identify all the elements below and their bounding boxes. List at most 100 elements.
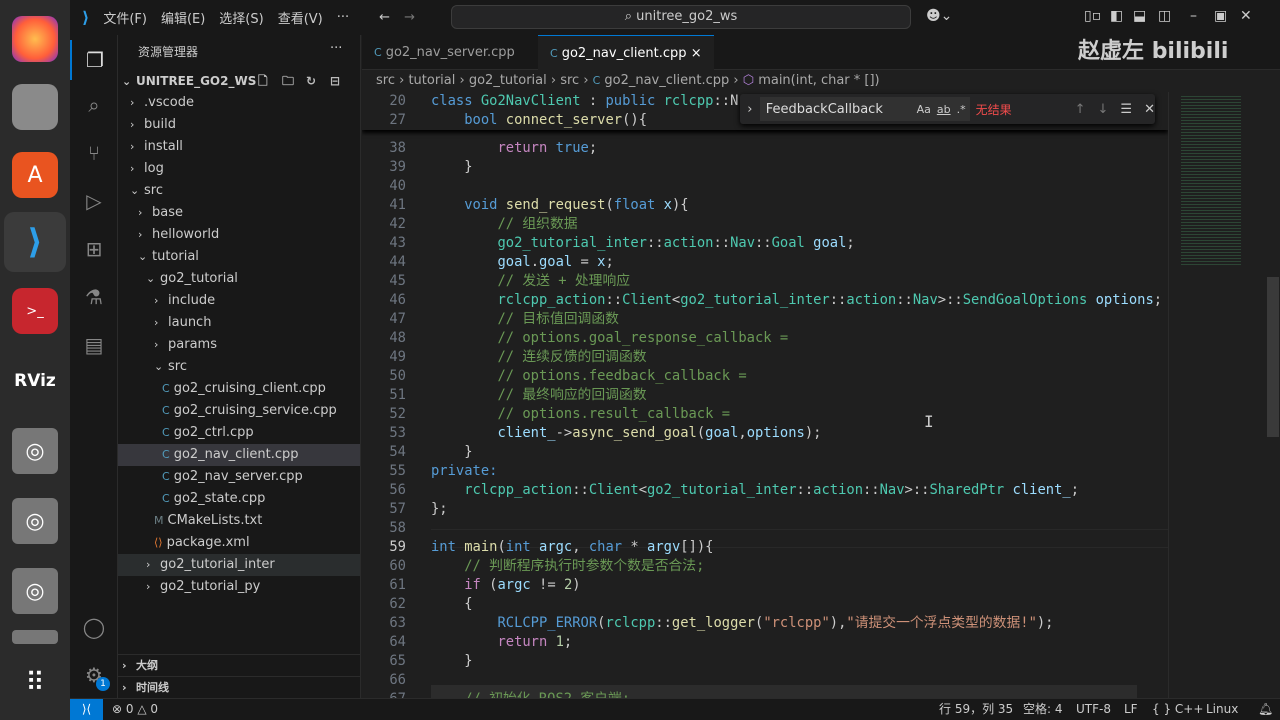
testing-icon[interactable]: ⚗ [70, 277, 118, 317]
code-line[interactable]: int main(int argc, char * argv[]){ [431, 538, 714, 557]
explorer-item[interactable]: ⌄ go2_tutorial [118, 268, 360, 290]
vscode-icon[interactable]: ⟩ [4, 212, 66, 272]
cursor-position[interactable]: 行 59，列 35 [939, 699, 1013, 720]
code-editor[interactable]: 20 class Go2NavClient : public rclcpp::N 2… [362, 92, 1168, 698]
code-line[interactable]: } [431, 443, 472, 462]
explorer-item[interactable]: Cgo2_nav_client.cpp [118, 444, 360, 466]
toggle-replace-icon[interactable]: › [740, 102, 760, 117]
customize-layout-icon[interactable]: ▯▫ [1084, 8, 1101, 24]
code-line[interactable]: private: [431, 462, 497, 481]
forward-arrow-icon[interactable]: → [404, 10, 415, 25]
firefox-icon[interactable] [12, 16, 58, 62]
new-file-icon[interactable]: 🗋 [258, 70, 268, 92]
close-tab-icon[interactable]: × [691, 46, 702, 61]
code-line[interactable]: class Go2NavClient : public rclcpp::N [431, 92, 738, 111]
code-line[interactable]: void send_request(float x){ [431, 196, 688, 215]
collapse-all-icon[interactable]: ⊟ [330, 70, 340, 92]
code-line[interactable]: goal.goal = x; [431, 253, 613, 272]
os-indicator[interactable]: Linux [1206, 699, 1238, 720]
code-line[interactable]: client_->async_send_goal(goal,options); [431, 424, 821, 443]
copilot-icon[interactable]: ☻⌄ [926, 8, 952, 24]
next-match-icon[interactable]: ↓ [1098, 102, 1109, 117]
explorer-item[interactable]: › helloworld [118, 224, 360, 246]
apps-grid-icon[interactable]: ⠿ [12, 660, 58, 706]
close-find-icon[interactable]: ✕ [1144, 102, 1155, 117]
source-control-icon[interactable]: ⑂ [70, 133, 118, 173]
indentation[interactable]: 空格: 4 [1023, 699, 1063, 720]
explorer-item[interactable]: ⌄ src [118, 180, 360, 202]
new-folder-icon[interactable]: 🗀 [282, 70, 294, 92]
code-line[interactable]: // options.feedback_callback = [431, 367, 746, 386]
remote-indicator-icon[interactable]: ⟩⟨ [70, 699, 103, 720]
outline-section[interactable]: › 大纲 [118, 654, 360, 676]
explorer-item[interactable]: › base [118, 202, 360, 224]
code-line[interactable]: // options.result_callback = [431, 405, 730, 424]
code-line[interactable]: rclcpp_action::Client<go2_tutorial_inter… [431, 481, 1079, 500]
code-line[interactable]: // 目标值回调函数 [431, 310, 619, 329]
code-line[interactable]: // 发送 + 处理响应 [431, 272, 630, 291]
explorer-icon[interactable]: ❐ [70, 40, 118, 80]
disk-icon[interactable]: ◎ [12, 498, 58, 544]
code-line[interactable]: // 最终响应的回调函数 [431, 386, 646, 405]
breadcrumb-item[interactable]: src [560, 73, 579, 88]
code-line[interactable]: }; [431, 500, 448, 519]
terminal-icon[interactable]: >_ [12, 288, 58, 334]
code-line[interactable]: go2_tutorial_inter::action::Nav::Goal go… [431, 234, 854, 253]
match-case-toggle[interactable]: Aa [917, 103, 931, 116]
end-of-line[interactable]: LF [1124, 699, 1138, 720]
tab-go2-nav-client[interactable]: Cgo2_nav_client.cpp × [538, 35, 714, 70]
toggle-secondary-sidebar-icon[interactable]: ◫ [1158, 8, 1171, 24]
code-line[interactable]: } [431, 652, 472, 671]
toggle-panel-icon[interactable]: ⬓ [1133, 8, 1146, 24]
minimize-icon[interactable]: – [1190, 8, 1197, 24]
app-center-icon[interactable]: A [12, 152, 58, 198]
explorer-item[interactable]: › go2_tutorial_py [118, 576, 360, 598]
menu-selection[interactable]: 选择(S) [219, 8, 263, 27]
explorer-item[interactable]: Cgo2_cruising_client.cpp [118, 378, 360, 400]
toggle-sidebar-icon[interactable]: ◧ [1110, 8, 1123, 24]
explorer-item[interactable]: Cgo2_state.cpp [118, 488, 360, 510]
disk-icon[interactable]: ◎ [12, 428, 58, 474]
encoding[interactable]: UTF-8 [1076, 699, 1111, 720]
menu-more[interactable]: ··· [337, 10, 349, 25]
explorer-item[interactable]: › launch [118, 312, 360, 334]
explorer-item[interactable]: › go2_tutorial_inter [118, 554, 360, 576]
find-input[interactable]: FeedbackCallback Aa ab .* [759, 97, 970, 121]
code-line[interactable]: rclcpp_action::Client<go2_tutorial_inter… [431, 291, 1162, 310]
menu-edit[interactable]: 编辑(E) [161, 8, 205, 27]
code-line[interactable]: // options.goal_response_callback = [431, 329, 788, 348]
explorer-item[interactable]: › params [118, 334, 360, 356]
explorer-item[interactable]: ⟨⟩ package.xml [118, 532, 360, 554]
close-window-icon[interactable]: ✕ [1240, 8, 1252, 24]
code-line[interactable]: // 判断程序执行时参数个数是否合法; [431, 557, 704, 576]
breadcrumb-item[interactable]: tutorial [408, 73, 455, 88]
settings-gear-icon[interactable]: ⚙ 1 [70, 655, 118, 695]
account-icon[interactable]: ◯ [70, 607, 118, 647]
disk-icon[interactable]: ◎ [12, 568, 58, 614]
explorer-item[interactable]: › log [118, 158, 360, 180]
explorer-item[interactable]: › include [118, 290, 360, 312]
explorer-item[interactable]: ⌄ tutorial [118, 246, 360, 268]
notifications-bell-icon[interactable]: 🔔︎ [1258, 699, 1273, 720]
explorer-item[interactable]: Cgo2_ctrl.cpp [118, 422, 360, 444]
code-line[interactable]: // 连续反馈的回调函数 [431, 348, 646, 367]
explorer-item[interactable]: › install [118, 136, 360, 158]
regex-toggle[interactable]: .* [957, 103, 966, 116]
explorer-item[interactable]: M CMakeLists.txt [118, 510, 360, 532]
search-icon[interactable]: ⌕ [70, 85, 118, 125]
menu-view[interactable]: 查看(V) [278, 8, 323, 27]
problems-indicator[interactable]: ⊗ 0 △ 0 [112, 699, 158, 720]
files-icon[interactable] [12, 84, 58, 130]
rviz-icon[interactable]: RViz [12, 358, 58, 404]
code-line[interactable]: bool connect_server(){ [431, 111, 647, 130]
code-line[interactable]: { [431, 595, 472, 614]
back-arrow-icon[interactable]: ← [379, 10, 390, 25]
find-in-selection-icon[interactable]: ☰ [1120, 102, 1132, 117]
minimap[interactable] [1168, 92, 1280, 698]
explorer-item[interactable]: › .vscode [118, 92, 360, 114]
code-line[interactable]: return true; [431, 139, 597, 158]
timeline-section[interactable]: › 时间线 [118, 676, 360, 698]
workspace-root[interactable]: ⌄ UNITREE_GO2_WS 🗋 🗀 ↻ ⊟ [118, 70, 360, 92]
match-whole-word-toggle[interactable]: ab [937, 103, 951, 116]
explorer-item[interactable]: ⌄ src [118, 356, 360, 378]
